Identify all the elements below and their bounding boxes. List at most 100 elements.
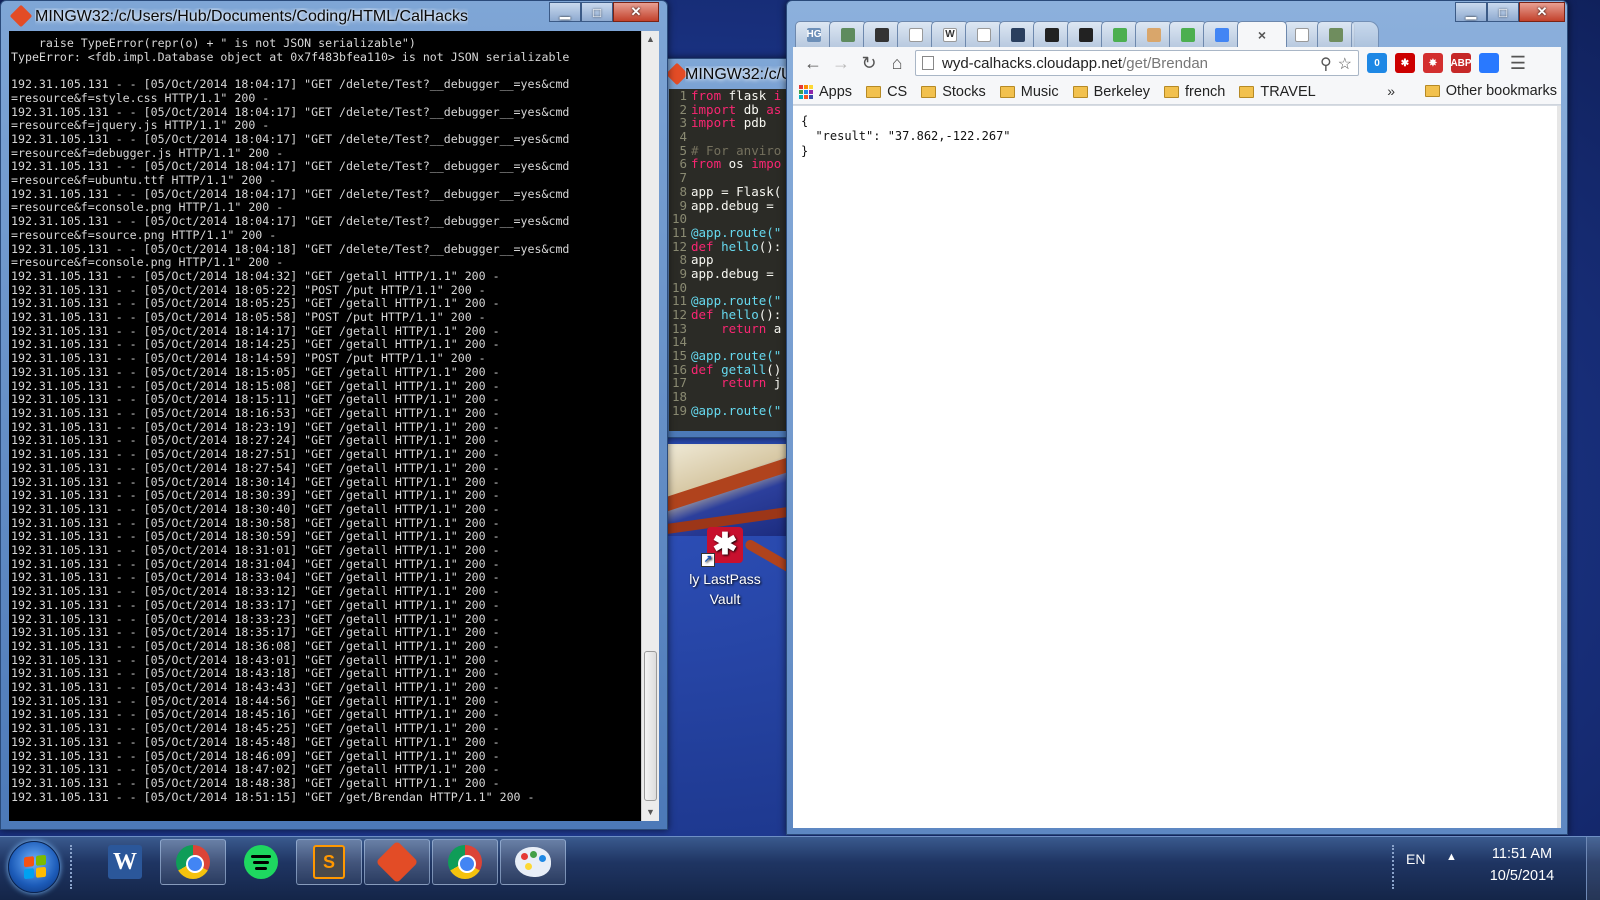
window-controls: ▁ □ ✕ — [1455, 2, 1565, 22]
new-tab-button[interactable] — [1351, 21, 1379, 47]
code-token: pdb — [743, 115, 767, 131]
tab[interactable] — [897, 21, 935, 47]
lastpass-badge-icon[interactable]: 0 — [1367, 53, 1387, 73]
terminal-line: TypeError: <fdb.impl.Database object at … — [11, 49, 570, 64]
address-bar[interactable]: wyd-calhacks.cloudapp.net/get/Brendan ⚲ … — [915, 50, 1359, 76]
gear-red-icon[interactable]: ✸ — [1423, 53, 1443, 73]
bookmark-apps[interactable]: Apps — [799, 84, 852, 100]
code-token: @app.route(" — [691, 402, 782, 418]
adblock-icon[interactable]: ABP — [1450, 53, 1472, 73]
lastpass-icon[interactable]: ✱ — [1395, 53, 1415, 73]
chrome-icon — [448, 845, 482, 879]
editor-window[interactable]: MINGW32:/c/Us 1 from flask i 2 import db as… — [662, 58, 802, 438]
terminal-line: 192.31.105.131 - - [05/Oct/2014 18:04:17… — [11, 159, 570, 174]
terminal-line: 192.31.105.131 - - [05/Oct/2014 18:14:25… — [11, 337, 500, 352]
terminal-line: 192.31.105.131 - - [05/Oct/2014 18:15:08… — [11, 378, 500, 393]
bookmark-berkeley[interactable]: Berkeley — [1072, 84, 1150, 100]
terminal-window[interactable]: MINGW32:/c/Users/Hub/Documents/Coding/HT… — [0, 0, 668, 830]
tab[interactable] — [1169, 21, 1207, 47]
tab[interactable] — [863, 21, 901, 47]
tab[interactable]: W — [931, 21, 969, 47]
taskbar-chrome[interactable] — [160, 839, 226, 885]
taskbar-spotify[interactable] — [228, 839, 294, 885]
minimize-button[interactable]: ▁ — [549, 2, 581, 22]
taskbar-paint[interactable] — [500, 839, 566, 885]
page-icon — [909, 27, 923, 42]
desktop-icon-lastpass-vault[interactable]: ✱ ↗ ly LastPass Vault — [670, 527, 780, 609]
scrollbar-thumb[interactable] — [644, 651, 657, 801]
terminal-body[interactable]: raise TypeError(repr(o) + " is not JSON … — [9, 31, 659, 821]
taskbar-sublime[interactable]: S — [296, 839, 362, 885]
taskbar-git-bash[interactable] — [364, 839, 430, 885]
code-line: 12 def hello(): — [669, 308, 801, 322]
bookmark-cs[interactable]: CS — [866, 84, 907, 100]
terminal-output[interactable]: raise TypeError(repr(o) + " is not JSON … — [11, 37, 641, 843]
code-line: 9 app.debug = — [669, 267, 801, 281]
tab[interactable]: HG — [795, 21, 833, 47]
bookmark-label: french — [1185, 83, 1226, 100]
tab[interactable] — [829, 21, 867, 47]
page-scrollbar[interactable] — [1557, 106, 1561, 828]
bookmark-travel[interactable]: TRAVEL — [1239, 84, 1316, 100]
back-button[interactable]: ← — [799, 49, 827, 77]
json-line: } — [801, 144, 809, 158]
other-bookmarks[interactable]: Other bookmarks — [1424, 83, 1557, 99]
code-line: 2 import db as — [669, 102, 801, 117]
scroll-up-arrow-icon[interactable]: ▲ — [642, 31, 659, 48]
code-line: 5 # For anviro — [669, 143, 801, 158]
bookmarks-bar: Apps CS Stocks Music Berkeley french TRAVEL » O… — [793, 79, 1561, 105]
bookmark-french[interactable]: french — [1164, 84, 1225, 100]
translate-icon[interactable]: ⚲ — [1320, 54, 1332, 74]
bookmark-music[interactable]: Music — [999, 84, 1059, 100]
language-indicator[interactable]: EN — [1406, 851, 1425, 867]
show-hidden-icons-icon[interactable]: ▲ — [1446, 851, 1457, 863]
terminal-line: 192.31.105.131 - - [05/Oct/2014 18:04:17… — [11, 186, 570, 201]
page-viewport[interactable]: { "result": "37.862,-122.267"} — [793, 105, 1561, 828]
maximize-button[interactable]: □ — [581, 2, 613, 22]
bookmark-stocks[interactable]: Stocks — [921, 84, 986, 100]
show-desktop-button[interactable] — [1586, 837, 1600, 900]
menu-icon[interactable]: ☰ — [1507, 53, 1529, 74]
github-icon — [1079, 27, 1093, 42]
taskbar-chrome-2[interactable] — [432, 839, 498, 885]
star-icon[interactable]: ☆ — [1338, 54, 1352, 74]
forward-button[interactable]: → — [827, 49, 855, 77]
browser-window[interactable]: HG W × ▁ □ ✕ ← → ↻ ⌂ wyd-calhacks.cloudapp… — [786, 0, 1568, 835]
code-line: 15 @app.route(" — [669, 349, 801, 363]
close-button[interactable]: ✕ — [1519, 2, 1565, 22]
tab[interactable] — [1101, 21, 1139, 47]
code-token: return — [691, 375, 774, 391]
close-button[interactable]: ✕ — [613, 2, 659, 22]
home-button[interactable]: ⌂ — [883, 49, 911, 77]
script-icon — [1147, 27, 1161, 42]
terminal-icon — [1011, 27, 1025, 42]
start-button[interactable] — [8, 841, 60, 893]
tab[interactable] — [1135, 21, 1173, 47]
tab[interactable] — [965, 21, 1003, 47]
graph-icon — [1181, 27, 1195, 42]
bookmarks-overflow-chevron[interactable]: » — [1387, 83, 1395, 99]
tab[interactable] — [999, 21, 1037, 47]
system-clock[interactable]: 11:51 AM 10/5/2014 — [1476, 843, 1568, 887]
editor-titlebar[interactable]: MINGW32:/c/Us — [663, 59, 801, 89]
chrome-icon — [176, 845, 210, 879]
minimize-button[interactable]: ▁ — [1455, 2, 1487, 22]
maximize-button[interactable]: □ — [1487, 2, 1519, 22]
tab[interactable] — [1317, 21, 1355, 47]
tab-active[interactable]: × — [1237, 21, 1287, 47]
tab[interactable] — [1067, 21, 1105, 47]
tab[interactable] — [1203, 21, 1241, 47]
code-editor[interactable]: 1 from flask i 2 import db as 3 import pdb 4 5 #… — [669, 89, 801, 431]
taskbar-word[interactable]: W — [92, 839, 158, 885]
reload-button[interactable]: ↻ — [855, 49, 883, 77]
window-icon[interactable] — [1479, 53, 1499, 73]
tab[interactable] — [1283, 21, 1321, 47]
terminal-titlebar[interactable]: MINGW32:/c/Users/Hub/Documents/Coding/HT… — [1, 1, 667, 31]
line-number: 6 — [679, 156, 687, 172]
scroll-down-arrow-icon[interactable]: ▼ — [642, 804, 659, 821]
tab[interactable] — [1033, 21, 1071, 47]
code-token: import — [691, 115, 744, 131]
close-icon[interactable]: × — [1255, 27, 1269, 43]
terminal-line: =resource&f=debugger.js HTTP/1.1" 200 - — [11, 145, 284, 160]
terminal-scrollbar[interactable]: ▲ ▼ — [641, 31, 659, 821]
